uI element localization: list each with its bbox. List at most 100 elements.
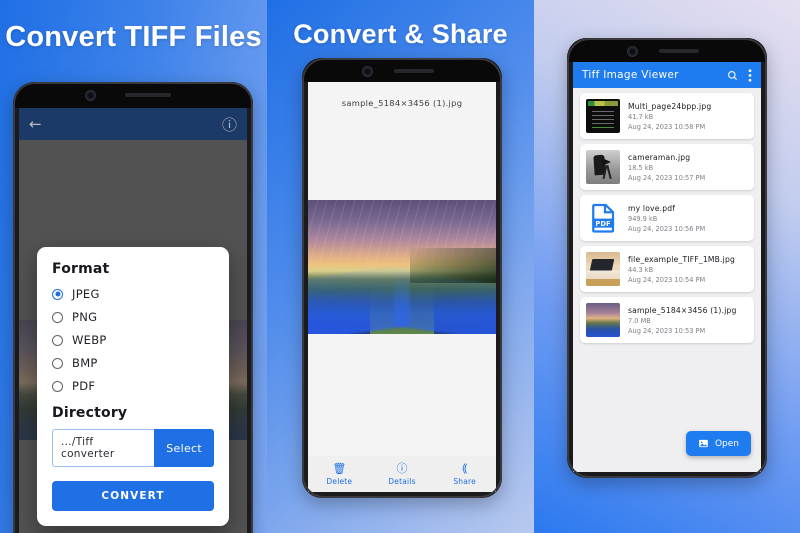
format-option-webp[interactable]: WEBP xyxy=(52,333,214,347)
multipage-thumb xyxy=(586,99,620,133)
panel-1-headline: Convert TIFF Files xyxy=(5,21,262,53)
radio-icon-bmp[interactable] xyxy=(52,357,63,369)
file-size: 41.7 kB xyxy=(628,112,654,121)
format-option-label: WEBP xyxy=(72,333,107,347)
phone-1-side-button xyxy=(252,237,253,259)
viewer-appbar: Tiff Image Viewer xyxy=(573,62,761,88)
earpiece-speaker xyxy=(125,93,171,97)
panel-2-headline: Convert & Share xyxy=(293,19,508,49)
file-name: cameraman.jpg xyxy=(628,152,691,162)
list-item[interactable]: file_example_TIFF_1MB.jpg 44.3 kB Aug 24… xyxy=(580,246,754,292)
open-button[interactable]: Open xyxy=(685,431,751,456)
phone-1-notch xyxy=(13,82,253,108)
pdf-icon: PDF xyxy=(586,201,620,235)
radio-icon-jpeg[interactable] xyxy=(52,288,63,300)
convert-button[interactable]: CONVERT xyxy=(52,481,214,511)
file-size: 18.5 kB xyxy=(628,163,654,172)
front-camera-icon xyxy=(627,46,638,57)
phone-2-screen: sample_5184×3456 (1).jpg 🗑 Delete ⓘ Deta… xyxy=(308,82,496,492)
earpiece-speaker xyxy=(394,69,434,73)
viewer-header-area: sample_5184×3456 (1).jpg xyxy=(308,82,496,200)
details-label: Details xyxy=(388,476,416,486)
file-date: Aug 24, 2023 10:57 PM xyxy=(628,173,706,182)
cameraman-thumb xyxy=(586,150,620,184)
list-item[interactable]: PDF my love.pdf 949.9 kB Aug 24, 2023 10… xyxy=(580,195,754,241)
appbar-actions xyxy=(727,68,752,82)
file-date: Aug 24, 2023 10:53 PM xyxy=(628,326,706,335)
format-option-label: PDF xyxy=(72,379,96,393)
list-item[interactable]: sample_5184×3456 (1).jpg 7.0 MB Aug 24, … xyxy=(580,297,754,343)
directory-row: .../Tiff converter Select xyxy=(52,429,214,467)
back-arrow-icon[interactable]: ← xyxy=(29,115,42,133)
file-name: my love.pdf xyxy=(628,203,676,213)
file-size: 949.9 kB xyxy=(628,214,658,223)
front-camera-icon xyxy=(85,90,96,101)
phone-2-notch xyxy=(302,58,502,82)
share-label: Share xyxy=(453,476,476,486)
file-name: sample_5184×3456 (1).jpg xyxy=(628,305,737,315)
file-date: Aug 24, 2023 10:54 PM xyxy=(628,275,706,284)
radio-icon-webp[interactable] xyxy=(52,334,63,346)
panel-convert-share: Convert & Share sample_5184×3456 (1).jpg xyxy=(267,0,534,533)
image-preview[interactable] xyxy=(308,200,496,334)
phone-2-power-button xyxy=(501,176,502,202)
select-directory-button[interactable]: Select xyxy=(154,429,214,467)
open-button-label: Open xyxy=(714,438,739,449)
format-option-bmp[interactable]: BMP xyxy=(52,356,214,370)
phone-3-volume-button xyxy=(766,200,767,248)
format-option-jpeg[interactable]: JPEG xyxy=(52,287,214,301)
convert-dialog: Format JPEG PNG WEBP BMP PDF Directory .… xyxy=(37,247,229,526)
radio-icon-png[interactable] xyxy=(52,311,63,323)
delete-label: Delete xyxy=(326,476,353,486)
radio-icon-pdf[interactable] xyxy=(52,380,63,392)
file-size: 7.0 MB xyxy=(628,316,651,325)
format-section-title: Format xyxy=(52,261,110,277)
image-icon xyxy=(699,439,708,448)
info-icon: ⓘ xyxy=(396,461,408,475)
file-meta: file_example_TIFF_1MB.jpg 44.3 kB Aug 24… xyxy=(628,255,748,284)
svg-text:PDF: PDF xyxy=(595,220,611,228)
format-option-label: JPEG xyxy=(72,287,100,301)
format-option-label: PNG xyxy=(72,310,98,324)
more-vertical-icon[interactable] xyxy=(748,68,752,82)
phone-mockup-2: sample_5184×3456 (1).jpg 🗑 Delete ⓘ Deta… xyxy=(302,58,502,498)
phone-1-volume-button xyxy=(252,272,253,322)
info-icon[interactable]: ⓘ xyxy=(222,114,237,135)
share-action[interactable]: ⟪ Share xyxy=(433,461,496,486)
directory-input[interactable]: .../Tiff converter xyxy=(52,429,155,467)
file-meta: cameraman.jpg 18.5 kB Aug 24, 2023 10:57… xyxy=(628,153,748,182)
file-name: Multi_page24bpp.jpg xyxy=(628,101,712,111)
earpiece-speaker xyxy=(659,49,699,53)
file-meta: sample_5184×3456 (1).jpg 7.0 MB Aug 24, … xyxy=(628,306,748,335)
list-item[interactable]: Multi_page24bpp.jpg 41.7 kB Aug 24, 2023… xyxy=(580,93,754,139)
phone-3-power-button xyxy=(766,156,767,182)
format-option-pdf[interactable]: PDF xyxy=(52,379,214,393)
phone-2-volume-button xyxy=(501,220,502,268)
phone-1-screen: ← ⓘ Format JPEG PNG WEBP BMP PDF Directo… xyxy=(19,108,247,533)
file-date: Aug 24, 2023 10:58 PM xyxy=(628,122,706,131)
file-meta: Multi_page24bpp.jpg 41.7 kB Aug 24, 2023… xyxy=(628,102,748,131)
front-camera-icon xyxy=(362,66,373,77)
format-option-png[interactable]: PNG xyxy=(52,310,214,324)
delete-action[interactable]: 🗑 Delete xyxy=(308,462,371,486)
screenshot-stage: Convert TIFF Files ← ⓘ Format JPEG PNG W… xyxy=(0,0,800,533)
viewer-bottom-toolbar: 🗑 Delete ⓘ Details ⟪ Share xyxy=(308,456,496,492)
search-icon[interactable] xyxy=(727,70,738,81)
details-action[interactable]: ⓘ Details xyxy=(371,461,434,486)
list-item[interactable]: cameraman.jpg 18.5 kB Aug 24, 2023 10:57… xyxy=(580,144,754,190)
viewer-layout: sample_5184×3456 (1).jpg 🗑 Delete ⓘ Deta… xyxy=(308,82,496,492)
file-list: Multi_page24bpp.jpg 41.7 kB Aug 24, 2023… xyxy=(573,88,761,348)
file-date: Aug 24, 2023 10:56 PM xyxy=(628,224,706,233)
panel-file-list: Tiff Image Viewer Multi_page24bpp.jpg 41… xyxy=(534,0,800,533)
directory-section-title: Directory xyxy=(52,405,128,421)
app-title: Tiff Image Viewer xyxy=(582,69,679,81)
image-filename-label: sample_5184×3456 (1).jpg xyxy=(341,98,463,108)
phone-3-screen: Tiff Image Viewer Multi_page24bpp.jpg 41… xyxy=(573,62,761,472)
format-option-label: BMP xyxy=(72,356,98,370)
share-icon: ⟪ xyxy=(461,461,468,475)
pdf-glyph: PDF xyxy=(592,203,615,233)
file-size: 44.3 kB xyxy=(628,265,654,274)
file-name: file_example_TIFF_1MB.jpg xyxy=(628,254,736,264)
converter-appbar: ← ⓘ xyxy=(19,108,247,140)
panel-convert-tiff: Convert TIFF Files ← ⓘ Format JPEG PNG W… xyxy=(0,0,267,533)
